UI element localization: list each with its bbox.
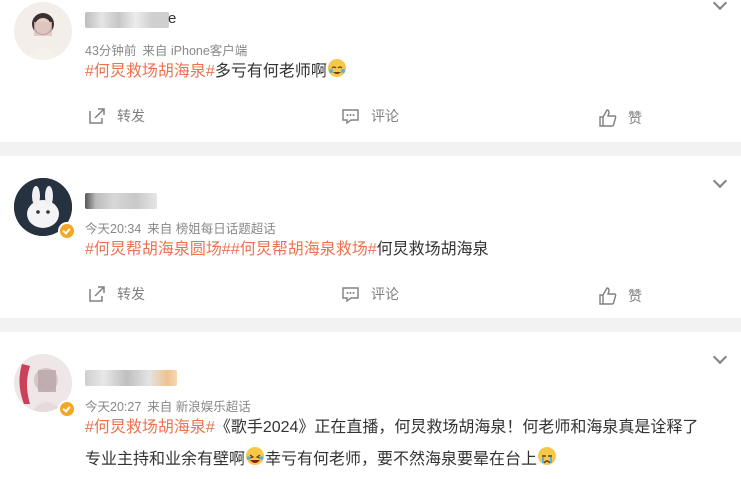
post-content: #何炅帮胡海泉圆场##何炅帮胡海泉救场#何炅救场胡海泉 [85, 234, 489, 266]
thumbs-up-icon [599, 109, 617, 127]
hashtag-link[interactable]: #何炅帮胡海泉圆场# [85, 241, 231, 258]
username-blurred[interactable] [85, 193, 157, 209]
repost-icon [89, 286, 105, 302]
hashtag-link[interactable]: #何炅救场胡海泉# [85, 63, 215, 80]
repost-icon [89, 108, 105, 124]
like-label: 赞 [628, 288, 642, 304]
thumbs-up-icon [599, 287, 617, 305]
post-content: #何炅救场胡海泉#《歌手2024》正在直播，何炅救场胡海泉！何老师和海泉真是诠释… [85, 412, 698, 444]
separator [0, 318, 741, 332]
repost-button[interactable]: 转发 [87, 106, 145, 126]
repost-label: 转发 [117, 286, 145, 302]
verified-badge-icon [58, 222, 76, 240]
chevron-down-icon[interactable] [712, 173, 728, 189]
post-text-line1: 《歌手2024》正在直播，何炅救场胡海泉！何老师和海泉真是诠释了 [214, 419, 699, 436]
post-content-line2: 专业主持和业余有壁啊 幸亏有何老师，要不然海泉要晕在台上 [85, 444, 557, 476]
repost-label: 转发 [117, 108, 145, 124]
separator [0, 142, 741, 156]
hashtag-link[interactable]: #何炅帮胡海泉救场# [231, 241, 377, 258]
comment-button[interactable]: 评论 [341, 284, 399, 304]
post-1: e 43分钟前 来自 iPhone客户端 #何炅救场胡海泉#多亏有何老师啊 转发 … [0, 0, 741, 142]
comment-icon [342, 109, 359, 125]
comment-label: 评论 [371, 108, 399, 124]
comment-label: 评论 [371, 286, 399, 302]
post-text-line2b: 幸亏有何老师，要不然海泉要晕在台上 [265, 451, 538, 468]
like-label: 赞 [628, 110, 642, 126]
hashtag-link[interactable]: #何炅救场胡海泉# [85, 419, 215, 436]
comment-button[interactable]: 评论 [341, 106, 399, 126]
post-text: 何炅救场胡海泉 [376, 241, 489, 258]
username-blurred[interactable] [85, 12, 169, 28]
crying-emoji [538, 447, 557, 465]
post-text-line2a: 专业主持和业余有壁啊 [85, 451, 246, 468]
post-content: #何炅救场胡海泉#多亏有何老师啊 [85, 56, 347, 88]
verified-badge-icon [58, 400, 76, 418]
chevron-down-icon[interactable] [712, 349, 728, 365]
chevron-down-icon[interactable] [712, 0, 728, 11]
username-blurred[interactable] [85, 370, 177, 386]
like-button[interactable]: 赞 [598, 286, 642, 306]
avatar[interactable] [14, 2, 72, 60]
post-3: 今天20:27 来自 新浪娱乐超话 #何炅救场胡海泉#《歌手2024》正在直播，何… [0, 332, 741, 479]
comment-icon [342, 287, 359, 303]
laughing-tears-emoji [327, 59, 346, 77]
username-suffix: e [168, 10, 177, 27]
laughing-crying-emoji [246, 447, 265, 465]
like-button[interactable]: 赞 [598, 108, 642, 128]
repost-button[interactable]: 转发 [87, 284, 145, 304]
post-2: 今天20:34 来自 榜姐每日话题超话 #何炅帮胡海泉圆场##何炅帮胡海泉救场#何… [0, 156, 741, 316]
post-text: 多亏有何老师啊 [214, 63, 327, 80]
